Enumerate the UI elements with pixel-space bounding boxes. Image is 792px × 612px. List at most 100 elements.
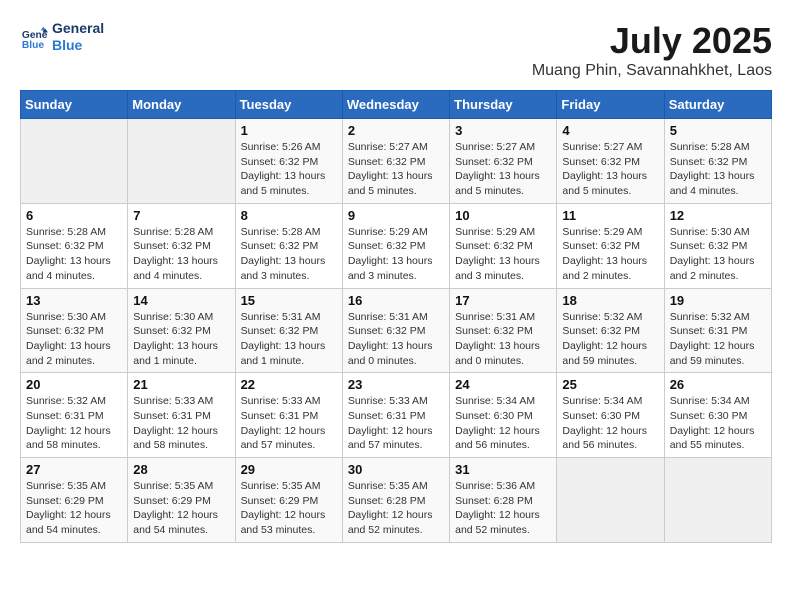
day-number: 8 [241,208,337,223]
day-info: Sunrise: 5:27 AM Sunset: 6:32 PM Dayligh… [562,140,658,199]
day-number: 17 [455,293,551,308]
weekday-header: Saturday [664,91,771,119]
day-info: Sunrise: 5:33 AM Sunset: 6:31 PM Dayligh… [241,394,337,453]
day-info: Sunrise: 5:31 AM Sunset: 6:32 PM Dayligh… [348,310,444,369]
calendar-cell: 9Sunrise: 5:29 AM Sunset: 6:32 PM Daylig… [342,203,449,288]
calendar-week-row: 13 Sunrise: 5:30 AM Sunset: 6:32 PM Dayli… [21,288,772,373]
day-info: Sunrise: 5:34 AM Sunset: 6:30 PM Dayligh… [455,394,551,453]
day-info: Sunrise: 5:26 AM Sunset: 6:32 PM Dayligh… [241,140,337,199]
day-number: 6 [26,208,122,223]
svg-text:Blue: Blue [22,40,45,51]
calendar-cell: 22 Sunrise: 5:33 AM Sunset: 6:31 PM Dayli… [235,373,342,458]
day-info: Sunrise: 5:33 AM Sunset: 6:31 PM Dayligh… [133,394,229,453]
day-number: 5 [670,123,766,138]
calendar-cell: 2 Sunrise: 5:27 AM Sunset: 6:32 PM Daylig… [342,119,449,204]
day-number: 22 [241,377,337,392]
logo-icon: General Blue [20,23,48,51]
calendar-cell: 27Sunrise: 5:35 AM Sunset: 6:29 PM Dayli… [21,458,128,543]
calendar-cell: 1 Sunrise: 5:26 AM Sunset: 6:32 PM Daylig… [235,119,342,204]
day-info: Sunrise: 5:32 AM Sunset: 6:32 PM Dayligh… [562,310,658,369]
weekday-header: Monday [128,91,235,119]
weekday-header: Tuesday [235,91,342,119]
day-number: 2 [348,123,444,138]
calendar-cell: 14 Sunrise: 5:30 AM Sunset: 6:32 PM Dayli… [128,288,235,373]
day-number: 29 [241,462,337,477]
day-info: Sunrise: 5:30 AM Sunset: 6:32 PM Dayligh… [26,310,122,369]
month-title: July 2025 [532,20,772,62]
calendar-cell: 30 Sunrise: 5:35 AM Sunset: 6:28 PM Dayli… [342,458,449,543]
day-info: Sunrise: 5:30 AM Sunset: 6:32 PM Dayligh… [133,310,229,369]
day-info: Sunrise: 5:33 AM Sunset: 6:31 PM Dayligh… [348,394,444,453]
calendar-cell: 29Sunrise: 5:35 AM Sunset: 6:29 PM Dayli… [235,458,342,543]
calendar-cell: 10 Sunrise: 5:29 AM Sunset: 6:32 PM Dayli… [450,203,557,288]
calendar-cell: 23 Sunrise: 5:33 AM Sunset: 6:31 PM Dayli… [342,373,449,458]
day-info: Sunrise: 5:34 AM Sunset: 6:30 PM Dayligh… [562,394,658,453]
day-number: 25 [562,377,658,392]
day-number: 9 [348,208,444,223]
page-header: General Blue General Blue July 2025 Muan… [20,20,772,80]
calendar-cell: 25 Sunrise: 5:34 AM Sunset: 6:30 PM Dayli… [557,373,664,458]
calendar-week-row: 20 Sunrise: 5:32 AM Sunset: 6:31 PM Dayli… [21,373,772,458]
calendar-cell: 20 Sunrise: 5:32 AM Sunset: 6:31 PM Dayli… [21,373,128,458]
calendar-cell: 6Sunrise: 5:28 AM Sunset: 6:32 PM Daylig… [21,203,128,288]
calendar-cell: 21 Sunrise: 5:33 AM Sunset: 6:31 PM Dayli… [128,373,235,458]
day-info: Sunrise: 5:34 AM Sunset: 6:30 PM Dayligh… [670,394,766,453]
day-number: 19 [670,293,766,308]
day-number: 7 [133,208,229,223]
calendar-cell: 7 Sunrise: 5:28 AM Sunset: 6:32 PM Daylig… [128,203,235,288]
calendar-cell: 18 Sunrise: 5:32 AM Sunset: 6:32 PM Dayli… [557,288,664,373]
day-info: Sunrise: 5:29 AM Sunset: 6:32 PM Dayligh… [455,225,551,284]
logo-text-general: General [52,20,104,37]
calendar-cell: 24 Sunrise: 5:34 AM Sunset: 6:30 PM Dayli… [450,373,557,458]
day-info: Sunrise: 5:32 AM Sunset: 6:31 PM Dayligh… [26,394,122,453]
day-number: 1 [241,123,337,138]
day-number: 30 [348,462,444,477]
calendar-week-row: 6 Sunrise: 5:28 AM Sunset: 6:32 PM Daylig… [21,203,772,288]
weekday-header: Thursday [450,91,557,119]
calendar-cell [128,119,235,204]
calendar-week-row: 27Sunrise: 5:35 AM Sunset: 6:29 PM Dayli… [21,458,772,543]
day-number: 13 [26,293,122,308]
day-info: Sunrise: 5:31 AM Sunset: 6:32 PM Dayligh… [241,310,337,369]
day-info: Sunrise: 5:28 AM Sunset: 6:32 PM Dayligh… [133,225,229,284]
logo-text-blue: Blue [52,37,104,54]
calendar-cell: 19 Sunrise: 5:32 AM Sunset: 6:31 PM Dayli… [664,288,771,373]
calendar-cell: 4 Sunrise: 5:27 AM Sunset: 6:32 PM Daylig… [557,119,664,204]
day-number: 15 [241,293,337,308]
day-number: 23 [348,377,444,392]
weekday-header: Wednesday [342,91,449,119]
day-number: 27 [26,462,122,477]
weekday-header: Sunday [21,91,128,119]
day-info: Sunrise: 5:27 AM Sunset: 6:32 PM Dayligh… [348,140,444,199]
calendar-header-row: SundayMondayTuesdayWednesdayThursdayFrid… [21,91,772,119]
day-number: 10 [455,208,551,223]
weekday-header: Friday [557,91,664,119]
day-number: 18 [562,293,658,308]
calendar-cell: 15 Sunrise: 5:31 AM Sunset: 6:32 PM Dayli… [235,288,342,373]
day-info: Sunrise: 5:28 AM Sunset: 6:32 PM Dayligh… [670,140,766,199]
calendar-cell [664,458,771,543]
calendar-cell: 5 Sunrise: 5:28 AM Sunset: 6:32 PM Daylig… [664,119,771,204]
calendar-cell: 11Sunrise: 5:29 AM Sunset: 6:32 PM Dayli… [557,203,664,288]
day-info: Sunrise: 5:28 AM Sunset: 6:32 PM Dayligh… [241,225,337,284]
day-info: Sunrise: 5:31 AM Sunset: 6:32 PM Dayligh… [455,310,551,369]
calendar-cell [557,458,664,543]
calendar-cell: 13 Sunrise: 5:30 AM Sunset: 6:32 PM Dayli… [21,288,128,373]
calendar-cell: 3Sunrise: 5:27 AM Sunset: 6:32 PM Daylig… [450,119,557,204]
day-number: 4 [562,123,658,138]
day-number: 14 [133,293,229,308]
day-number: 20 [26,377,122,392]
calendar-table: SundayMondayTuesdayWednesdayThursdayFrid… [20,90,772,543]
calendar-cell: 17 Sunrise: 5:31 AM Sunset: 6:32 PM Dayli… [450,288,557,373]
calendar-cell: 26Sunrise: 5:34 AM Sunset: 6:30 PM Dayli… [664,373,771,458]
calendar-cell: 31Sunrise: 5:36 AM Sunset: 6:28 PM Dayli… [450,458,557,543]
day-info: Sunrise: 5:30 AM Sunset: 6:32 PM Dayligh… [670,225,766,284]
day-number: 3 [455,123,551,138]
day-number: 21 [133,377,229,392]
day-info: Sunrise: 5:35 AM Sunset: 6:28 PM Dayligh… [348,479,444,538]
day-info: Sunrise: 5:29 AM Sunset: 6:32 PM Dayligh… [562,225,658,284]
day-number: 24 [455,377,551,392]
location-title: Muang Phin, Savannahkhet, Laos [532,62,772,80]
day-info: Sunrise: 5:32 AM Sunset: 6:31 PM Dayligh… [670,310,766,369]
calendar-cell [21,119,128,204]
